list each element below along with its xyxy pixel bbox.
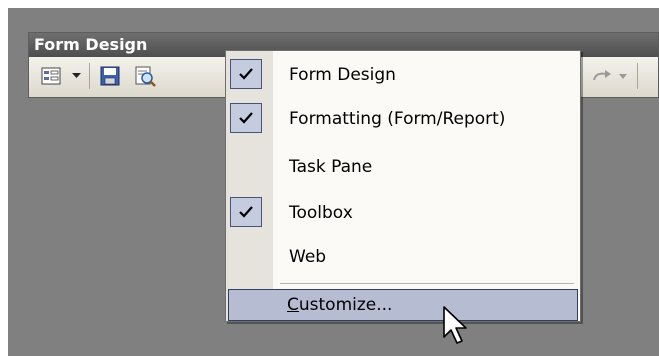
menu-item-label: Form Design bbox=[289, 65, 396, 85]
toolbar-separator bbox=[89, 63, 90, 89]
toolbars-context-menu: Form Design Formatting (Form/Report) Tas… bbox=[225, 50, 581, 322]
customize-label-rest: ustomize... bbox=[298, 295, 393, 315]
form-view-icon[interactable] bbox=[35, 63, 67, 89]
menu-separator bbox=[280, 283, 574, 284]
customize-accelerator: C bbox=[287, 295, 299, 315]
toolbar-separator bbox=[637, 63, 638, 89]
menu-item-label: Task Pane bbox=[289, 157, 373, 177]
redo-icon[interactable] bbox=[589, 63, 615, 89]
menu-item-label: Formatting (Form/Report) bbox=[289, 109, 506, 129]
menu-item-web[interactable]: Web bbox=[226, 235, 580, 279]
checkmark-icon bbox=[230, 103, 262, 133]
menu-item-task-pane[interactable]: Task Pane bbox=[226, 145, 580, 189]
checkmark-icon bbox=[230, 197, 262, 227]
menu-item-label: Toolbox bbox=[289, 203, 353, 223]
menu-item-label: Customize... bbox=[287, 290, 392, 320]
menu-item-customize[interactable]: Customize... bbox=[228, 289, 578, 321]
checkmark-icon bbox=[230, 59, 262, 89]
save-icon[interactable] bbox=[95, 63, 125, 89]
menu-item-toolbox[interactable]: Toolbox bbox=[226, 191, 580, 235]
redo-dropdown-arrow-icon[interactable] bbox=[615, 63, 631, 89]
view-dropdown-arrow-icon[interactable] bbox=[67, 63, 85, 89]
menu-item-form-design[interactable]: Form Design bbox=[226, 53, 580, 97]
mouse-cursor-icon bbox=[443, 306, 467, 344]
menu-item-formatting[interactable]: Formatting (Form/Report) bbox=[226, 97, 580, 141]
print-preview-icon[interactable] bbox=[129, 63, 161, 89]
menu-item-label: Web bbox=[289, 247, 327, 267]
